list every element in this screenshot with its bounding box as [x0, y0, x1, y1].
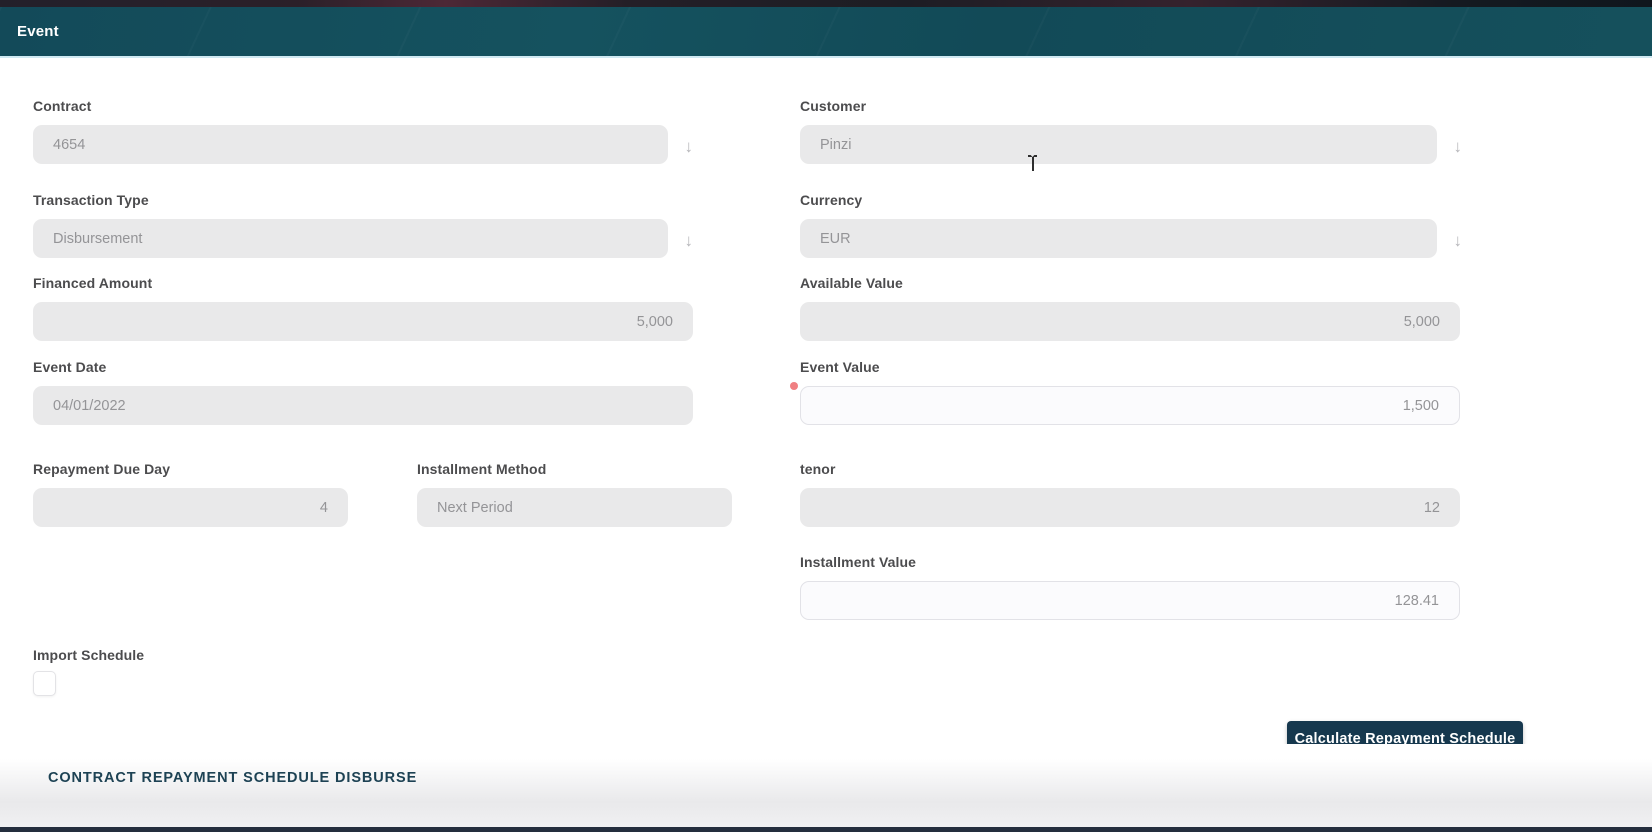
currency-field-group: Currency ↓: [800, 192, 1462, 258]
import-schedule-checkbox[interactable]: [33, 671, 56, 696]
installment-value-input[interactable]: [800, 581, 1460, 620]
calculate-repayment-schedule-button[interactable]: Calculate Repayment Schedule: [1287, 721, 1523, 757]
event-date-input[interactable]: [33, 386, 693, 425]
financed-amount-label: Financed Amount: [33, 275, 153, 291]
customer-input[interactable]: [800, 125, 1437, 164]
import-schedule-field-group: Import Schedule: [33, 647, 333, 674]
import-schedule-label: Import Schedule: [33, 647, 145, 663]
transaction-type-field-group: Transaction Type ↓: [33, 192, 693, 258]
financed-amount-field-group: Financed Amount: [33, 275, 693, 341]
repayment-due-day-field-group: Repayment Due Day: [33, 461, 348, 527]
page-header: Event: [0, 7, 1652, 58]
tenor-input[interactable]: [800, 488, 1460, 527]
dropdown-arrow-icon[interactable]: ↓: [685, 232, 694, 249]
installment-method-label: Installment Method: [417, 461, 547, 477]
customer-field-group: Customer ↓: [800, 98, 1462, 164]
event-value-field-group: Event Value: [790, 359, 1460, 425]
available-value-input[interactable]: [800, 302, 1460, 341]
tenor-label: tenor: [800, 461, 836, 477]
event-value-label: Event Value: [800, 359, 880, 375]
page-title: Event: [17, 23, 59, 40]
currency-label: Currency: [800, 192, 863, 208]
contract-label: Contract: [33, 98, 92, 114]
installment-method-field-group: Installment Method: [417, 461, 732, 527]
repayment-due-day-label: Repayment Due Day: [33, 461, 171, 477]
transaction-type-input[interactable]: [33, 219, 668, 258]
event-value-input[interactable]: [800, 386, 1460, 425]
dropdown-arrow-icon[interactable]: ↓: [1454, 138, 1463, 155]
available-value-field-group: Available Value: [800, 275, 1460, 341]
event-date-label: Event Date: [33, 359, 107, 375]
dropdown-arrow-icon[interactable]: ↓: [1454, 232, 1463, 249]
contract-field-group: Contract ↓: [33, 98, 693, 164]
installment-value-label: Installment Value: [800, 554, 917, 570]
window-bottom-strip: [0, 827, 1652, 832]
repayment-due-day-input[interactable]: [33, 488, 348, 527]
bottom-section-title: CONTRACT REPAYMENT SCHEDULE DISBURSE: [48, 770, 418, 786]
transaction-type-label: Transaction Type: [33, 192, 149, 208]
dropdown-arrow-icon[interactable]: ↓: [685, 138, 694, 155]
currency-input[interactable]: [800, 219, 1437, 258]
installment-value-field-group: Installment Value: [800, 554, 1460, 620]
event-date-field-group: Event Date: [33, 359, 693, 425]
required-dot-icon: [790, 382, 798, 390]
window-top-strip: [0, 0, 1652, 7]
available-value-label: Available Value: [800, 275, 903, 291]
tenor-field-group: tenor: [800, 461, 1460, 527]
contract-input[interactable]: [33, 125, 668, 164]
installment-method-input[interactable]: [417, 488, 732, 527]
customer-label: Customer: [800, 98, 867, 114]
financed-amount-input[interactable]: [33, 302, 693, 341]
